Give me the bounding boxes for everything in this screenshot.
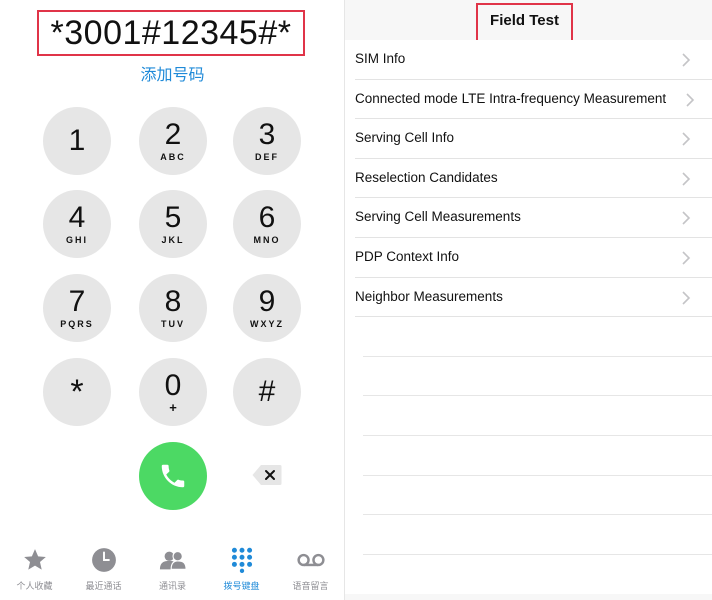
empty-row (345, 396, 712, 436)
menu-item-serving-cell-measurements[interactable]: Serving Cell Measurements (345, 198, 712, 238)
chevron-right-icon (682, 251, 691, 265)
empty-row (345, 435, 712, 476)
key-digit: 7 (68, 285, 86, 318)
key-digit: 3 (258, 118, 276, 151)
key-hash[interactable]: # (233, 358, 301, 426)
menu-item-reselection-candidates[interactable]: Reselection Candidates (345, 158, 712, 199)
tab-label: 语音留言 (292, 582, 329, 592)
key-letters: TUV (161, 319, 185, 329)
phone-icon (161, 464, 185, 488)
menu-list: SIM Info Connected mode LTE Intra-freque… (345, 40, 712, 595)
key-digit: 4 (68, 201, 86, 234)
key-letters: JKL (161, 235, 185, 245)
field-test-screen: Field Test SIM Info Connected mode LTE I… (345, 0, 712, 600)
empty-row (345, 356, 712, 397)
menu-item-label: Serving Cell Info (355, 130, 455, 146)
key-6[interactable]: 6 MNO (233, 190, 301, 258)
tab-label: 拨号键盘 (223, 582, 260, 592)
key-5[interactable]: 5 JKL (139, 190, 207, 258)
key-digit: 9 (258, 285, 276, 318)
key-2[interactable]: 2 ABC (139, 107, 207, 175)
empty-row (345, 317, 712, 357)
voicemail-icon (296, 546, 325, 574)
nav-bar: Field Test (345, 0, 712, 43)
empty-row (345, 554, 712, 595)
key-letters: DEF (255, 152, 279, 162)
tab-voicemail[interactable]: 语音留言 (276, 546, 345, 592)
chevron-right-icon (686, 93, 695, 107)
menu-item-label: Connected mode LTE Intra-frequency Measu… (355, 90, 667, 106)
menu-item-lte-intra-frequency[interactable]: Connected mode LTE Intra-frequency Measu… (345, 79, 712, 120)
key-digit: 0 (164, 369, 182, 402)
key-letters: PQRS (60, 319, 94, 329)
key-letters: MNO (253, 235, 281, 245)
empty-row (345, 475, 712, 516)
chevron-right-icon (682, 132, 691, 146)
star-icon (21, 546, 49, 574)
key-4[interactable]: 4 GHI (43, 190, 111, 258)
key-digit: 6 (258, 201, 276, 234)
key-digit: # (258, 375, 276, 408)
clock-icon (90, 546, 118, 574)
key-8[interactable]: 8 TUV (139, 274, 207, 342)
key-digit: 8 (164, 285, 182, 318)
chevron-right-icon (682, 172, 691, 186)
key-1[interactable]: 1 (43, 107, 111, 175)
menu-item-label: PDP Context Info (355, 248, 460, 264)
menu-item-label: Reselection Candidates (355, 169, 498, 185)
chevron-right-icon (682, 53, 691, 67)
tab-favorites[interactable]: 个人收藏 (0, 546, 69, 592)
title-highlight: Field Test (476, 3, 573, 43)
menu-item-label: Neighbor Measurements (355, 288, 503, 304)
key-digit: 2 (164, 118, 182, 151)
key-digit: * (70, 373, 84, 411)
menu-item-serving-cell-info[interactable]: Serving Cell Info (345, 119, 712, 159)
key-letters: WXYZ (250, 319, 284, 329)
key-3[interactable]: 3 DEF (233, 107, 301, 175)
dialer-screen: *3001#12345#* 添加号码 1 2 ABC 3 DEF 4 GHI 5… (0, 0, 345, 600)
menu-item-label: Serving Cell Measurements (355, 209, 521, 225)
contacts-icon (159, 546, 187, 574)
call-button[interactable] (139, 442, 207, 510)
tab-label: 通讯录 (158, 582, 186, 592)
key-letters: + (169, 400, 177, 415)
key-letters: ABC (160, 152, 186, 162)
dialed-number-display: *3001#12345#* (37, 10, 305, 56)
menu-item-pdp-context-info[interactable]: PDP Context Info (345, 237, 712, 278)
chevron-right-icon (682, 211, 691, 225)
empty-row (345, 515, 712, 555)
key-9[interactable]: 9 WXYZ (233, 274, 301, 342)
key-digit: 5 (164, 201, 182, 234)
key-7[interactable]: 7 PQRS (43, 274, 111, 342)
tab-recents[interactable]: 最近通话 (69, 546, 138, 592)
delete-button[interactable] (252, 464, 282, 486)
menu-item-sim-info[interactable]: SIM Info (345, 40, 712, 80)
add-number-link[interactable]: 添加号码 (0, 61, 345, 85)
chevron-right-icon (682, 290, 691, 305)
dialed-number: *3001#12345#* (50, 13, 292, 52)
tab-label: 最近通话 (85, 582, 122, 592)
menu-item-neighbor-measurements[interactable]: Neighbor Measurements (345, 277, 712, 318)
page-title: Field Test (490, 12, 559, 29)
key-star[interactable]: * (43, 358, 111, 426)
backspace-icon (252, 465, 282, 485)
key-0[interactable]: 0 + (139, 358, 207, 426)
tab-contacts[interactable]: 通讯录 (138, 546, 207, 592)
key-digit: 1 (68, 124, 86, 157)
tab-bar: 个人收藏 最近通话 通讯录 拨号键盘 语音留言 (0, 540, 345, 600)
tab-keypad[interactable]: 拨号键盘 (207, 546, 276, 592)
menu-item-label: SIM Info (355, 51, 406, 66)
tab-label: 个人收藏 (16, 582, 53, 592)
keypad-icon (228, 546, 256, 574)
key-letters: GHI (65, 235, 88, 245)
